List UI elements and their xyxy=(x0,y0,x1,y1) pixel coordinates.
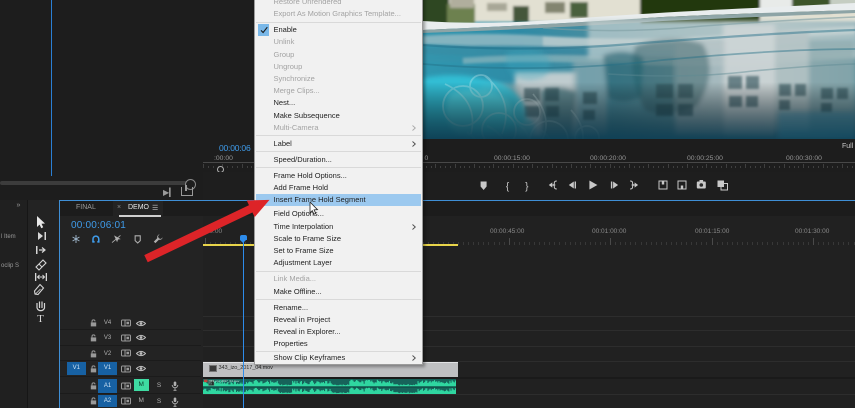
svg-text:T: T xyxy=(37,313,44,325)
svg-text:}: } xyxy=(525,182,529,193)
svg-text:343_izo_2017_04.mov: 343_izo_2017_04.mov xyxy=(209,379,240,383)
svg-text:{: { xyxy=(506,182,510,193)
